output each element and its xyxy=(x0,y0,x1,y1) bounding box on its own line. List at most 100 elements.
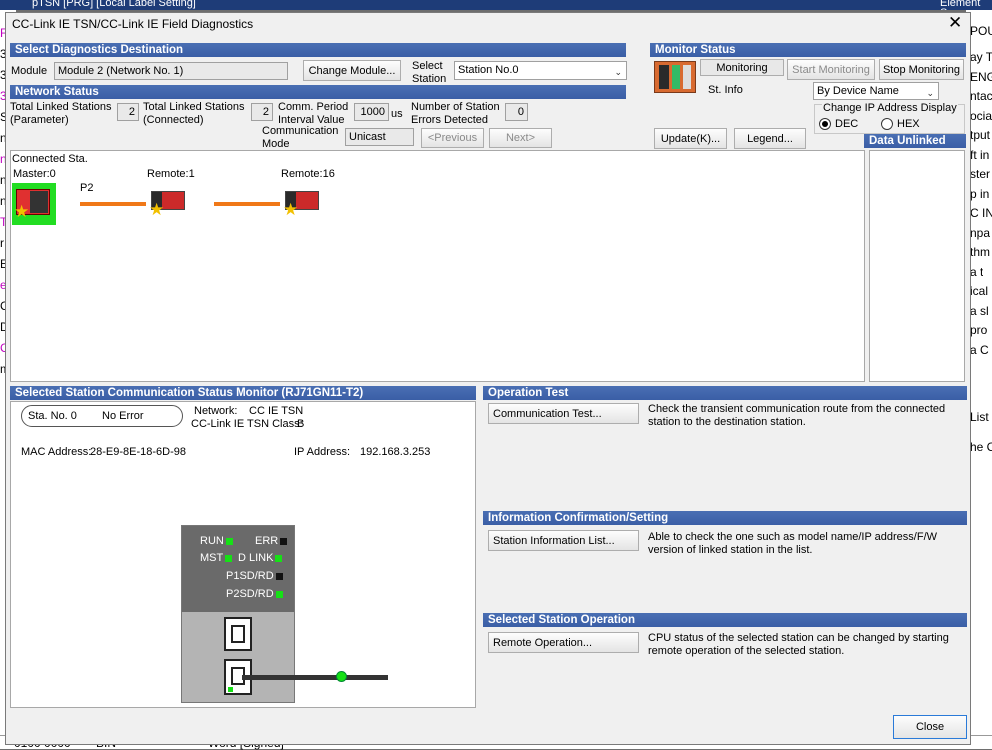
comm-period-label: Comm. Period Interval Value xyxy=(278,101,349,126)
previous-button[interactable]: <Previous xyxy=(421,128,484,148)
operation-test-description: Check the transient communication route … xyxy=(648,403,946,428)
master-station-icon[interactable]: ★ xyxy=(12,183,56,225)
station-info-list-button[interactable]: Station Information List... xyxy=(488,530,639,551)
background-library-item: ay T xyxy=(970,50,992,64)
communication-test-button[interactable]: Communication Test... xyxy=(488,403,639,424)
background-library-item: ft in xyxy=(970,147,990,162)
background-title-bar: pTSN [PRG] [Local Label Setting] Element… xyxy=(0,0,992,10)
network-label: Network: xyxy=(194,405,238,417)
mac-label: MAC Address: xyxy=(21,446,92,458)
star-icon: ★ xyxy=(283,200,299,219)
data-unlinked-header: Data Unlinked xyxy=(864,134,966,148)
background-library-item: npa xyxy=(970,225,991,240)
class-label: CC-Link IE TSN Class: xyxy=(191,418,303,430)
sta-no: Sta. No. 0 xyxy=(28,410,77,422)
device-name-select-value: By Device Name xyxy=(817,85,899,97)
background-library-item: p in xyxy=(970,186,990,201)
change-module-button[interactable]: Change Module... xyxy=(303,60,401,81)
chevron-down-icon: ⌄ xyxy=(926,88,934,98)
station-select[interactable]: Station No.0 ⌄ xyxy=(454,61,627,80)
star-icon: ★ xyxy=(14,202,30,221)
chevron-down-icon: ⌄ xyxy=(614,67,622,77)
mac-value: 28-E9-8E-18-6D-98 xyxy=(90,446,186,458)
led-err: ERR xyxy=(255,535,288,548)
background-library-item: ENG xyxy=(970,69,992,84)
background-library-item: a t xyxy=(970,264,984,279)
remote16-station-icon[interactable]: ★ xyxy=(283,191,319,218)
network-value: CC IE TSN xyxy=(249,405,304,417)
diag-dest-header: Select Diagnostics Destination xyxy=(10,43,626,57)
st-info-label: St. Info xyxy=(708,84,743,96)
background-library-item: C IN xyxy=(970,206,992,220)
topology-panel xyxy=(10,150,865,382)
background-pou-tab: POU xyxy=(970,24,992,38)
stop-monitoring-button[interactable]: Stop Monitoring xyxy=(879,59,964,80)
monitor-status-header: Monitor Status xyxy=(650,43,966,57)
background-library-item: ocial xyxy=(970,108,992,123)
master-label: Master:0 xyxy=(13,168,56,180)
ip-value: 192.168.3.253 xyxy=(360,446,431,458)
module-field: Module 2 (Network No. 1) xyxy=(54,62,288,80)
background-library-item: he C xyxy=(970,440,992,454)
remote1-label: Remote:1 xyxy=(147,168,195,180)
close-icon[interactable]: ✕ xyxy=(948,13,962,33)
background-right-title: Element Se xyxy=(940,0,981,10)
network-status-header: Network Status xyxy=(10,85,626,99)
selected-station-header: Selected Station Communication Status Mo… xyxy=(10,386,476,400)
legend-button[interactable]: Legend... xyxy=(734,128,806,149)
connected-label: Connected Sta. xyxy=(12,153,88,165)
background-library-item: ster xyxy=(970,167,991,181)
total-param-value: 2 xyxy=(117,103,139,121)
module-label: Module xyxy=(11,65,48,77)
led-mst: MST xyxy=(200,552,233,565)
start-monitoring-button[interactable]: Start Monitoring xyxy=(787,59,875,80)
remote-operation-button[interactable]: Remote Operation... xyxy=(488,632,639,653)
class-value: B xyxy=(297,418,305,430)
port-label: P2 xyxy=(80,182,94,194)
led-run: RUN xyxy=(200,535,233,548)
comm-period-value: 1000 xyxy=(354,103,389,121)
ip-label: IP Address: xyxy=(294,446,351,458)
background-title: pTSN [PRG] [Local Label Setting] xyxy=(32,0,196,9)
background-library-item: a sl xyxy=(970,303,989,318)
hex-label: HEX xyxy=(897,118,920,130)
comm-mode-value: Unicast xyxy=(345,128,414,146)
monitoring-status-icon xyxy=(654,61,696,93)
update-button[interactable]: Update(K)... xyxy=(654,128,727,149)
ip-display-label: Change IP Address Display xyxy=(822,102,958,115)
comm-period-unit: us xyxy=(391,108,403,120)
background-library-item: ical xyxy=(970,284,989,298)
station-status-badge: Sta. No. 0 No Error xyxy=(21,405,183,427)
remote1-station-icon[interactable]: ★ xyxy=(149,191,185,218)
led-dlink: D LINK xyxy=(238,552,283,565)
port1-icon xyxy=(224,617,252,651)
total-param-label: Total Linked Stations (Parameter) xyxy=(10,101,112,126)
next-button[interactable]: Next> xyxy=(489,128,552,148)
dec-label: DEC xyxy=(835,118,859,130)
info-confirm-description: Able to check the one such as model name… xyxy=(648,531,938,556)
station-operation-header: Selected Station Operation xyxy=(483,613,967,627)
background-library-item: thm xyxy=(970,245,991,259)
link-line xyxy=(214,202,280,206)
link-indicator xyxy=(336,671,347,682)
info-confirm-header: Information Confirmation/Setting xyxy=(483,511,967,525)
data-unlinked-panel[interactable] xyxy=(869,150,965,382)
errors-value: 0 xyxy=(505,103,528,121)
total-conn-value: 2 xyxy=(251,103,273,121)
status-text: No Error xyxy=(102,410,144,422)
errors-label: Number of Station Errors Detected xyxy=(411,101,500,126)
link-line xyxy=(80,202,146,206)
monitoring-button[interactable]: Monitoring xyxy=(700,59,784,76)
background-library-item: ntac xyxy=(970,89,992,103)
comm-mode-label: Communication Mode xyxy=(262,125,339,150)
station-select-value: Station No.0 xyxy=(458,64,519,76)
hex-radio[interactable] xyxy=(881,118,893,130)
dec-radio[interactable] xyxy=(819,118,831,130)
background-library-item: pro xyxy=(970,323,988,337)
close-button[interactable]: Close xyxy=(893,715,967,739)
led-p1: P1SD/RD xyxy=(226,570,283,583)
select-station-label: Select Station xyxy=(412,60,447,85)
star-icon: ★ xyxy=(149,200,165,219)
device-name-select[interactable]: By Device Name ⌄ xyxy=(813,82,939,100)
total-conn-label: Total Linked Stations (Connected) xyxy=(143,101,245,126)
